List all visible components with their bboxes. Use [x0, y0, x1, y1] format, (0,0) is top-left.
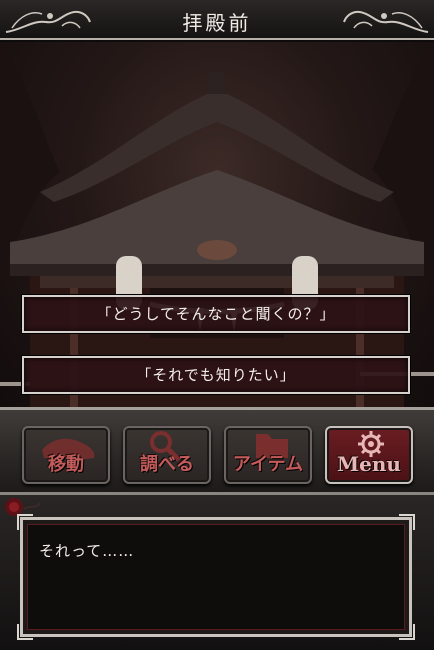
- command-bar: 移動 調べる アイテム Menu: [0, 407, 434, 495]
- menu-button[interactable]: Menu: [325, 426, 413, 484]
- menu-label: Menu: [337, 452, 401, 476]
- dialog-box[interactable]: それって……: [17, 514, 415, 640]
- shrine-illustration: [0, 42, 434, 407]
- dialog-area[interactable]: それって……: [0, 495, 434, 650]
- choice-button-still-want-to-know[interactable]: 「それでも知りたい」: [22, 356, 410, 394]
- scene-view[interactable]: 「どうしてそんなこと聞くの？」 「それでも知りたい」: [0, 42, 434, 407]
- items-label: アイテム: [232, 454, 304, 475]
- examine-button[interactable]: 調べる: [123, 426, 211, 484]
- dialog-text: それって……: [39, 542, 135, 560]
- location-header: 拝殿前: [0, 0, 434, 40]
- move-label: 移動: [48, 454, 84, 475]
- items-button[interactable]: アイテム: [224, 426, 312, 484]
- choice-button-why-ask[interactable]: 「どうしてそんなこと聞くの？」: [22, 295, 410, 333]
- examine-label: 調べる: [140, 454, 194, 475]
- right-ornament-icon: [343, 10, 429, 33]
- move-button[interactable]: 移動: [22, 426, 110, 484]
